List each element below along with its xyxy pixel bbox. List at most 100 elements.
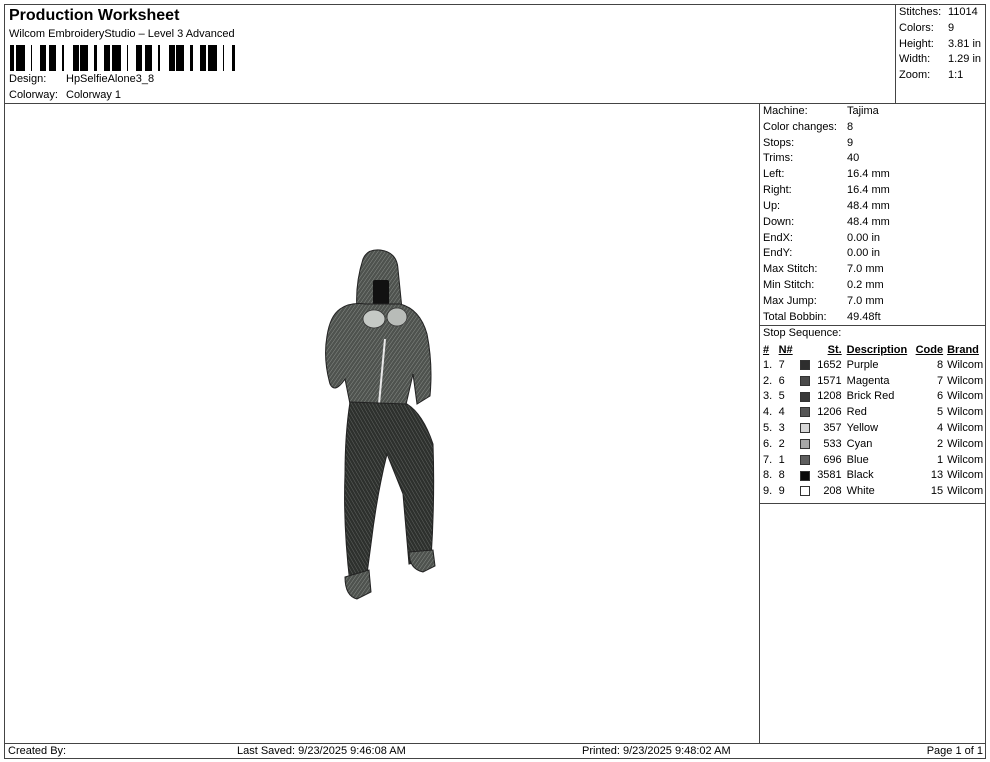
- summary-row: Stitches: 11014: [899, 6, 978, 18]
- table-row: 1. 7 1652 Purple 8 Wilcom: [762, 357, 986, 373]
- cell-num: 1.: [763, 358, 773, 371]
- table-row: 7. 1 696 Blue 1 Wilcom: [762, 452, 986, 468]
- design-value: HpSelfieAlone3_8: [66, 73, 155, 85]
- color-swatch: [800, 470, 811, 481]
- cell-num: 7.: [763, 453, 773, 466]
- cell-code: 7: [936, 374, 944, 387]
- cell-num: 5.: [763, 422, 773, 435]
- cell-desc: Black: [846, 469, 874, 482]
- page-number: Page 1 of 1: [926, 745, 983, 757]
- detail-row: Color changes: 8: [763, 121, 854, 133]
- cell-n: 9: [778, 485, 785, 498]
- cell-num: 3.: [763, 390, 773, 403]
- section-divider: [760, 325, 986, 326]
- color-swatch: [800, 423, 811, 434]
- detail-row: Left: 16.4 mm: [763, 168, 890, 180]
- cell-n: 2: [778, 437, 785, 450]
- summary-row: Zoom: 1:1: [899, 69, 964, 81]
- cell-num: 9.: [763, 485, 773, 498]
- worksheet-frame: Production Worksheet Wilcom EmbroiderySt…: [4, 4, 986, 759]
- cell-st: 357: [823, 422, 842, 435]
- cell-n: 7: [778, 358, 785, 371]
- table-row: 8. 8 3581 Black 13 Wilcom: [762, 468, 986, 484]
- summary-row: Colors: 9: [899, 22, 955, 34]
- cell-code: 8: [936, 358, 944, 371]
- cell-code: 6: [936, 390, 944, 403]
- cell-desc: Yellow: [846, 422, 879, 435]
- cell-code: 1: [936, 453, 944, 466]
- cell-desc: Magenta: [846, 374, 890, 387]
- color-swatch: [800, 438, 811, 449]
- color-swatch: [800, 391, 811, 402]
- table-row: 4. 4 1206 Red 5 Wilcom: [762, 404, 986, 420]
- cell-st: 696: [823, 453, 842, 466]
- detail-row: EndX: 0.00 in: [763, 232, 881, 244]
- page-title: Production Worksheet: [9, 7, 180, 24]
- table-row: 2. 6 1571 Magenta 7 Wilcom: [762, 373, 986, 389]
- cell-n: 5: [778, 390, 785, 403]
- section-divider: [760, 503, 986, 504]
- detail-row: Stops: 9: [763, 137, 854, 149]
- cell-desc: Cyan: [846, 437, 873, 450]
- summary-row: Width: 1.29 in: [899, 53, 982, 65]
- barcode: [10, 45, 235, 71]
- stop-sequence-table: # N# St. Description Code Brand 1. 7 1652 P…: [762, 342, 986, 499]
- color-swatch: [800, 407, 811, 418]
- cell-st: 1652: [817, 358, 842, 371]
- design-label: Design:: [9, 73, 47, 85]
- cell-num: 2.: [763, 374, 773, 387]
- cell-brand: Wilcom: [947, 453, 984, 466]
- stop-sequence-title: Stop Sequence:: [763, 327, 842, 339]
- cell-brand: Wilcom: [947, 469, 984, 482]
- cell-brand: Wilcom: [947, 358, 984, 371]
- colorway-value: Colorway 1: [66, 89, 122, 101]
- cell-st: 208: [823, 485, 842, 498]
- design-preview-area: [5, 104, 760, 743]
- created-by: Created By:: [8, 745, 67, 757]
- cell-brand: Wilcom: [947, 422, 984, 435]
- cell-brand: Wilcom: [947, 485, 984, 498]
- summary-row: Height: 3.81 in: [899, 38, 982, 50]
- cell-st: 3581: [817, 469, 842, 482]
- detail-row: Trims: 40: [763, 152, 860, 164]
- cell-n: 6: [778, 374, 785, 387]
- worksheet-header: Production Worksheet Wilcom EmbroiderySt…: [5, 5, 895, 104]
- cell-brand: Wilcom: [947, 374, 984, 387]
- cell-st: 1206: [817, 406, 842, 419]
- printed-date: Printed: 9/23/2025 9:48:02 AM: [582, 745, 731, 757]
- cell-code: 5: [936, 406, 944, 419]
- last-saved: Last Saved: 9/23/2025 9:46:08 AM: [237, 745, 406, 757]
- cell-code: 15: [930, 485, 944, 498]
- cell-desc: Blue: [846, 453, 869, 466]
- cell-num: 6.: [763, 437, 773, 450]
- detail-row: Up: 48.4 mm: [763, 200, 890, 212]
- cell-n: 1: [778, 453, 785, 466]
- detail-row: Min Stitch: 0.2 mm: [763, 279, 884, 291]
- color-swatch: [800, 486, 811, 497]
- color-swatch: [800, 359, 811, 370]
- colorway-row: Colorway: Colorway 1: [9, 89, 121, 101]
- cell-brand: Wilcom: [947, 406, 984, 419]
- detail-row: Max Jump: 7.0 mm: [763, 295, 884, 307]
- embroidery-design-figure: [325, 249, 436, 600]
- cell-st: 1208: [817, 390, 842, 403]
- detail-row: Right: 16.4 mm: [763, 184, 890, 196]
- software-name: Wilcom EmbroideryStudio – Level 3 Advanc…: [9, 28, 235, 40]
- detail-row: Max Stitch: 7.0 mm: [763, 263, 884, 275]
- detail-row: EndY: 0.00 in: [763, 247, 881, 259]
- cell-brand: Wilcom: [947, 390, 984, 403]
- cell-brand: Wilcom: [947, 437, 984, 450]
- cell-n: 4: [778, 406, 785, 419]
- table-row: 6. 2 533 Cyan 2 Wilcom: [762, 436, 986, 452]
- table-header-row: # N# St. Description Code Brand: [763, 343, 979, 356]
- colorway-label: Colorway:: [9, 89, 58, 101]
- cell-st: 533: [823, 437, 842, 450]
- worksheet-footer: Created By: Last Saved: 9/23/2025 9:46:0…: [5, 743, 986, 759]
- cell-code: 13: [930, 469, 944, 482]
- cell-desc: Brick Red: [846, 390, 895, 403]
- summary-panel: Stitches: 11014 Colors: 9 Height: 3.81 in W…: [895, 5, 986, 104]
- detail-row: Machine: Tajima: [763, 105, 879, 117]
- cell-num: 4.: [763, 406, 773, 419]
- table-row: 5. 3 357 Yellow 4 Wilcom: [762, 420, 986, 436]
- cell-code: 2: [936, 437, 944, 450]
